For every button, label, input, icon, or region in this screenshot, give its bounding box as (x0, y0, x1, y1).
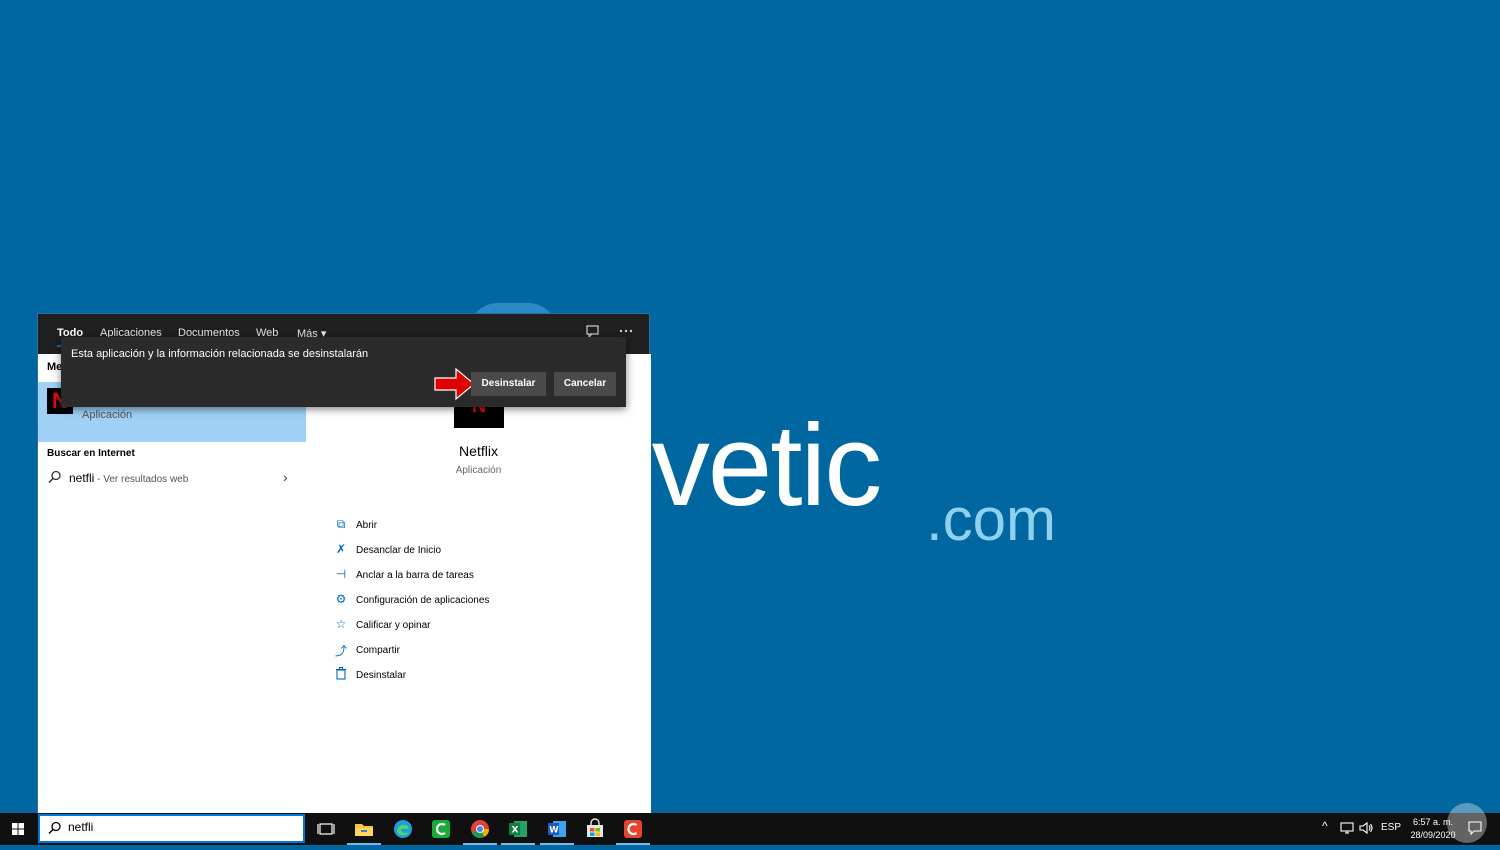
app-type: Aplicación (455, 465, 502, 476)
best-match-header: Me (47, 361, 63, 373)
taskbar: X W ^ ESP 6:57 a. m. 28/09/2020 (0, 813, 1500, 845)
star-icon: ☆ (335, 617, 347, 631)
action-label: Compartir (356, 645, 400, 656)
web-result-suffix: - Ver resultados web (94, 474, 189, 485)
windows-logo-icon (12, 823, 24, 835)
wallpaper-logo: lvetic (628, 400, 882, 530)
best-match-subtitle: Aplicación (82, 409, 133, 421)
action-label: Abrir (356, 520, 378, 531)
app-name: Netflix (459, 443, 498, 459)
uninstall-confirm-dialog: Esta aplicación y la información relacio… (61, 337, 626, 407)
search-results-list: Me N Aplicación Buscar en Internet netfl… (38, 354, 306, 814)
web-result-text: netfli - Ver resultados web (69, 471, 188, 485)
action-label: Anclar a la barra de tareas (356, 570, 474, 581)
svg-text:X: X (512, 826, 519, 836)
taskbar-search-input[interactable] (68, 820, 268, 834)
task-view-icon[interactable] (315, 818, 337, 840)
action-label: Desinstalar (356, 670, 407, 681)
chrome-icon[interactable] (463, 818, 497, 845)
action-label: Desanclar de Inicio (356, 545, 442, 556)
action-label: Calificar y opinar (356, 620, 431, 631)
web-search-header: Buscar en Internet (47, 448, 135, 459)
site-watermark-logo (1447, 803, 1487, 843)
trash-icon (332, 667, 350, 683)
tray-overflow-icon[interactable]: ^ (1322, 819, 1328, 833)
app-detail-pane: N Netflix Aplicación ⧉ Abrir ✗ Desanclar… (306, 354, 651, 814)
gear-icon: ⚙ (335, 592, 347, 606)
input-language-indicator[interactable]: ESP (1381, 822, 1401, 833)
search-icon (48, 470, 62, 487)
share-icon: ⤴ (334, 644, 347, 658)
web-result-item[interactable]: netfli - Ver resultados web › (38, 466, 306, 490)
search-icon (48, 821, 62, 838)
action-label: Configuración de aplicaciones (356, 595, 490, 606)
word-icon[interactable]: W (540, 818, 574, 845)
store-icon[interactable] (584, 818, 606, 840)
cancel-button[interactable]: Cancelar (554, 372, 616, 396)
start-button[interactable] (0, 813, 36, 845)
file-explorer-icon[interactable] (347, 818, 381, 845)
dialog-message: Esta aplicación y la información relacio… (71, 348, 369, 360)
taskbar-search-box[interactable] (38, 814, 305, 843)
open-icon: ⧉ (336, 517, 346, 531)
excel-icon[interactable]: X (501, 818, 535, 845)
edge-icon[interactable] (392, 818, 414, 840)
pin-icon: ⊣ (335, 567, 347, 581)
wallpaper-logo-suffix: .com (926, 486, 1057, 553)
web-result-query: netfli (69, 471, 95, 485)
volume-icon[interactable] (1359, 821, 1374, 838)
unpin-icon: ✗ (335, 542, 347, 556)
red-arrow-annotation (434, 367, 475, 401)
camtasia-icon[interactable] (430, 818, 452, 840)
uninstall-button[interactable]: Desinstalar (471, 372, 546, 396)
chevron-right-icon: › (283, 469, 288, 485)
network-icon[interactable] (1340, 821, 1354, 838)
snagit-icon[interactable] (616, 818, 650, 845)
svg-text:W: W (549, 826, 559, 836)
